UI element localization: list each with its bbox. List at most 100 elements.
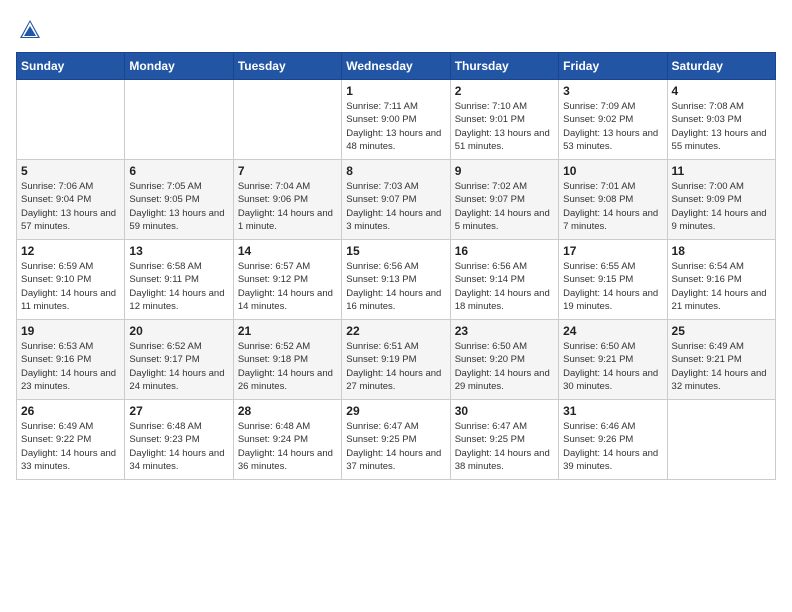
cell-content: Sunrise: 7:05 AM Sunset: 9:05 PM Dayligh…: [129, 180, 228, 233]
calendar-cell: 7Sunrise: 7:04 AM Sunset: 9:06 PM Daylig…: [233, 160, 341, 240]
day-header: Saturday: [667, 53, 775, 80]
day-number: 20: [129, 324, 228, 338]
calendar-cell: 4Sunrise: 7:08 AM Sunset: 9:03 PM Daylig…: [667, 80, 775, 160]
logo: [16, 16, 48, 44]
cell-content: Sunrise: 6:55 AM Sunset: 9:15 PM Dayligh…: [563, 260, 662, 313]
cell-content: Sunrise: 6:58 AM Sunset: 9:11 PM Dayligh…: [129, 260, 228, 313]
calendar-cell: 21 Sunrise: 6:52 AM Sunset: 9:18 PM Dayli…: [233, 320, 341, 400]
cell-content: Sunrise: 7:09 AM Sunset: 9:02 PM Dayligh…: [563, 100, 662, 153]
cell-content: Sunrise: 6:54 AM Sunset: 9:16 PM Dayligh…: [672, 260, 771, 313]
cell-content: Sunrise: 6:52 AM Sunset: 9:17 PM Dayligh…: [129, 340, 228, 393]
day-number: 2: [455, 84, 554, 98]
day-number: 11: [672, 164, 771, 178]
header: [16, 16, 776, 44]
day-number: 24: [563, 324, 662, 338]
day-number: 29: [346, 404, 445, 418]
cell-content: Sunrise: 6:49 AM Sunset: 9:22 PM Dayligh…: [21, 420, 120, 473]
day-header: Wednesday: [342, 53, 450, 80]
day-number: 23: [455, 324, 554, 338]
calendar-cell: 25Sunrise: 6:49 AM Sunset: 9:21 PM Dayli…: [667, 320, 775, 400]
cell-content: Sunrise: 7:08 AM Sunset: 9:03 PM Dayligh…: [672, 100, 771, 153]
logo-icon: [16, 16, 44, 44]
calendar-week: 5Sunrise: 7:06 AM Sunset: 9:04 PM Daylig…: [17, 160, 776, 240]
calendar-cell: 29 Sunrise: 6:47 AM Sunset: 9:25 PM Dayli…: [342, 400, 450, 480]
cell-content: Sunrise: 6:48 AM Sunset: 9:24 PM Dayligh…: [238, 420, 337, 473]
cell-content: Sunrise: 6:57 AM Sunset: 9:12 PM Dayligh…: [238, 260, 337, 313]
calendar-week: 26 Sunrise: 6:49 AM Sunset: 9:22 PM Dayli…: [17, 400, 776, 480]
cell-content: Sunrise: 6:51 AM Sunset: 9:19 PM Dayligh…: [346, 340, 445, 393]
day-number: 15: [346, 244, 445, 258]
day-number: 18: [672, 244, 771, 258]
calendar-cell: 14 Sunrise: 6:57 AM Sunset: 9:12 PM Dayli…: [233, 240, 341, 320]
day-number: 6: [129, 164, 228, 178]
calendar-cell: 16Sunrise: 6:56 AM Sunset: 9:14 PM Dayli…: [450, 240, 558, 320]
calendar-cell: [17, 80, 125, 160]
day-number: 26: [21, 404, 120, 418]
calendar-cell: 6 Sunrise: 7:05 AM Sunset: 9:05 PM Daylig…: [125, 160, 233, 240]
cell-content: Sunrise: 6:46 AM Sunset: 9:26 PM Dayligh…: [563, 420, 662, 473]
cell-content: Sunrise: 6:53 AM Sunset: 9:16 PM Dayligh…: [21, 340, 120, 393]
cell-content: Sunrise: 7:02 AM Sunset: 9:07 PM Dayligh…: [455, 180, 554, 233]
calendar-cell: 9Sunrise: 7:02 AM Sunset: 9:07 PM Daylig…: [450, 160, 558, 240]
calendar-cell: [233, 80, 341, 160]
calendar-cell: 5Sunrise: 7:06 AM Sunset: 9:04 PM Daylig…: [17, 160, 125, 240]
day-number: 28: [238, 404, 337, 418]
cell-content: Sunrise: 6:50 AM Sunset: 9:21 PM Dayligh…: [563, 340, 662, 393]
calendar-cell: 15 Sunrise: 6:56 AM Sunset: 9:13 PM Dayli…: [342, 240, 450, 320]
calendar-cell: 3 Sunrise: 7:09 AM Sunset: 9:02 PM Daylig…: [559, 80, 667, 160]
day-number: 3: [563, 84, 662, 98]
cell-content: Sunrise: 6:47 AM Sunset: 9:25 PM Dayligh…: [455, 420, 554, 473]
calendar-cell: 11 Sunrise: 7:00 AM Sunset: 9:09 PM Dayli…: [667, 160, 775, 240]
calendar-cell: 13 Sunrise: 6:58 AM Sunset: 9:11 PM Dayli…: [125, 240, 233, 320]
calendar-cell: [125, 80, 233, 160]
cell-content: Sunrise: 6:56 AM Sunset: 9:13 PM Dayligh…: [346, 260, 445, 313]
cell-content: Sunrise: 6:47 AM Sunset: 9:25 PM Dayligh…: [346, 420, 445, 473]
cell-content: Sunrise: 6:52 AM Sunset: 9:18 PM Dayligh…: [238, 340, 337, 393]
calendar-cell: 23 Sunrise: 6:50 AM Sunset: 9:20 PM Dayli…: [450, 320, 558, 400]
day-number: 17: [563, 244, 662, 258]
day-number: 14: [238, 244, 337, 258]
calendar-cell: 20 Sunrise: 6:52 AM Sunset: 9:17 PM Dayli…: [125, 320, 233, 400]
calendar-cell: 12Sunrise: 6:59 AM Sunset: 9:10 PM Dayli…: [17, 240, 125, 320]
calendar-cell: 31 Sunrise: 6:46 AM Sunset: 9:26 PM Dayli…: [559, 400, 667, 480]
day-number: 10: [563, 164, 662, 178]
day-header: Monday: [125, 53, 233, 80]
day-header: Friday: [559, 53, 667, 80]
day-header: Sunday: [17, 53, 125, 80]
day-number: 13: [129, 244, 228, 258]
calendar-cell: 28 Sunrise: 6:48 AM Sunset: 9:24 PM Dayli…: [233, 400, 341, 480]
cell-content: Sunrise: 6:49 AM Sunset: 9:21 PM Dayligh…: [672, 340, 771, 393]
cell-content: Sunrise: 6:59 AM Sunset: 9:10 PM Dayligh…: [21, 260, 120, 313]
day-number: 30: [455, 404, 554, 418]
cell-content: Sunrise: 7:03 AM Sunset: 9:07 PM Dayligh…: [346, 180, 445, 233]
day-number: 16: [455, 244, 554, 258]
day-number: 21: [238, 324, 337, 338]
cell-content: Sunrise: 7:10 AM Sunset: 9:01 PM Dayligh…: [455, 100, 554, 153]
calendar-cell: 19 Sunrise: 6:53 AM Sunset: 9:16 PM Dayli…: [17, 320, 125, 400]
day-number: 31: [563, 404, 662, 418]
calendar-cell: 10 Sunrise: 7:01 AM Sunset: 9:08 PM Dayli…: [559, 160, 667, 240]
calendar-cell: 17 Sunrise: 6:55 AM Sunset: 9:15 PM Dayli…: [559, 240, 667, 320]
calendar-body: 1Sunrise: 7:11 AM Sunset: 9:00 PM Daylig…: [17, 80, 776, 480]
calendar-cell: 8Sunrise: 7:03 AM Sunset: 9:07 PM Daylig…: [342, 160, 450, 240]
calendar-cell: 18 Sunrise: 6:54 AM Sunset: 9:16 PM Dayli…: [667, 240, 775, 320]
day-number: 22: [346, 324, 445, 338]
calendar-week: 12Sunrise: 6:59 AM Sunset: 9:10 PM Dayli…: [17, 240, 776, 320]
day-header: Thursday: [450, 53, 558, 80]
calendar-cell: 1Sunrise: 7:11 AM Sunset: 9:00 PM Daylig…: [342, 80, 450, 160]
calendar-cell: 30 Sunrise: 6:47 AM Sunset: 9:25 PM Dayli…: [450, 400, 558, 480]
cell-content: Sunrise: 6:50 AM Sunset: 9:20 PM Dayligh…: [455, 340, 554, 393]
cell-content: Sunrise: 7:04 AM Sunset: 9:06 PM Dayligh…: [238, 180, 337, 233]
cell-content: Sunrise: 6:48 AM Sunset: 9:23 PM Dayligh…: [129, 420, 228, 473]
day-number: 19: [21, 324, 120, 338]
calendar-cell: 24 Sunrise: 6:50 AM Sunset: 9:21 PM Dayli…: [559, 320, 667, 400]
day-number: 5: [21, 164, 120, 178]
calendar-header: SundayMondayTuesdayWednesdayThursdayFrid…: [17, 53, 776, 80]
cell-content: Sunrise: 7:01 AM Sunset: 9:08 PM Dayligh…: [563, 180, 662, 233]
calendar-table: SundayMondayTuesdayWednesdayThursdayFrid…: [16, 52, 776, 480]
calendar-cell: 27Sunrise: 6:48 AM Sunset: 9:23 PM Dayli…: [125, 400, 233, 480]
calendar-cell: 2 Sunrise: 7:10 AM Sunset: 9:01 PM Daylig…: [450, 80, 558, 160]
calendar-cell: 26 Sunrise: 6:49 AM Sunset: 9:22 PM Dayli…: [17, 400, 125, 480]
cell-content: Sunrise: 7:11 AM Sunset: 9:00 PM Dayligh…: [346, 100, 445, 153]
cell-content: Sunrise: 7:00 AM Sunset: 9:09 PM Dayligh…: [672, 180, 771, 233]
